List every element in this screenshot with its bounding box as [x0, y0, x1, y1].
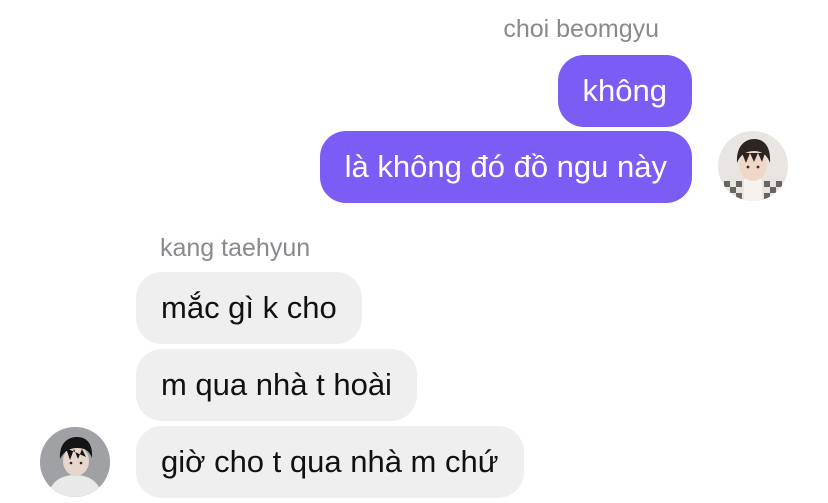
sender-name-outgoing: choi beomgyu — [503, 15, 659, 43]
message-bubble[interactable]: m qua nhà t hoài — [136, 349, 417, 421]
sender-name-incoming: kang taehyun — [160, 234, 311, 262]
user-avatar-icon[interactable] — [40, 427, 110, 497]
message-bubble[interactable]: mắc gì k cho — [136, 272, 362, 344]
chat-thread: choi beomgyu không là không đó đồ ngu nà… — [0, 0, 828, 503]
message-bubble[interactable]: giờ cho t qua nhà m chứ — [136, 426, 524, 498]
user-avatar-icon[interactable] — [718, 131, 788, 201]
message-bubble[interactable]: là không đó đồ ngu này — [319, 131, 692, 203]
message-bubble[interactable]: không — [557, 55, 692, 127]
